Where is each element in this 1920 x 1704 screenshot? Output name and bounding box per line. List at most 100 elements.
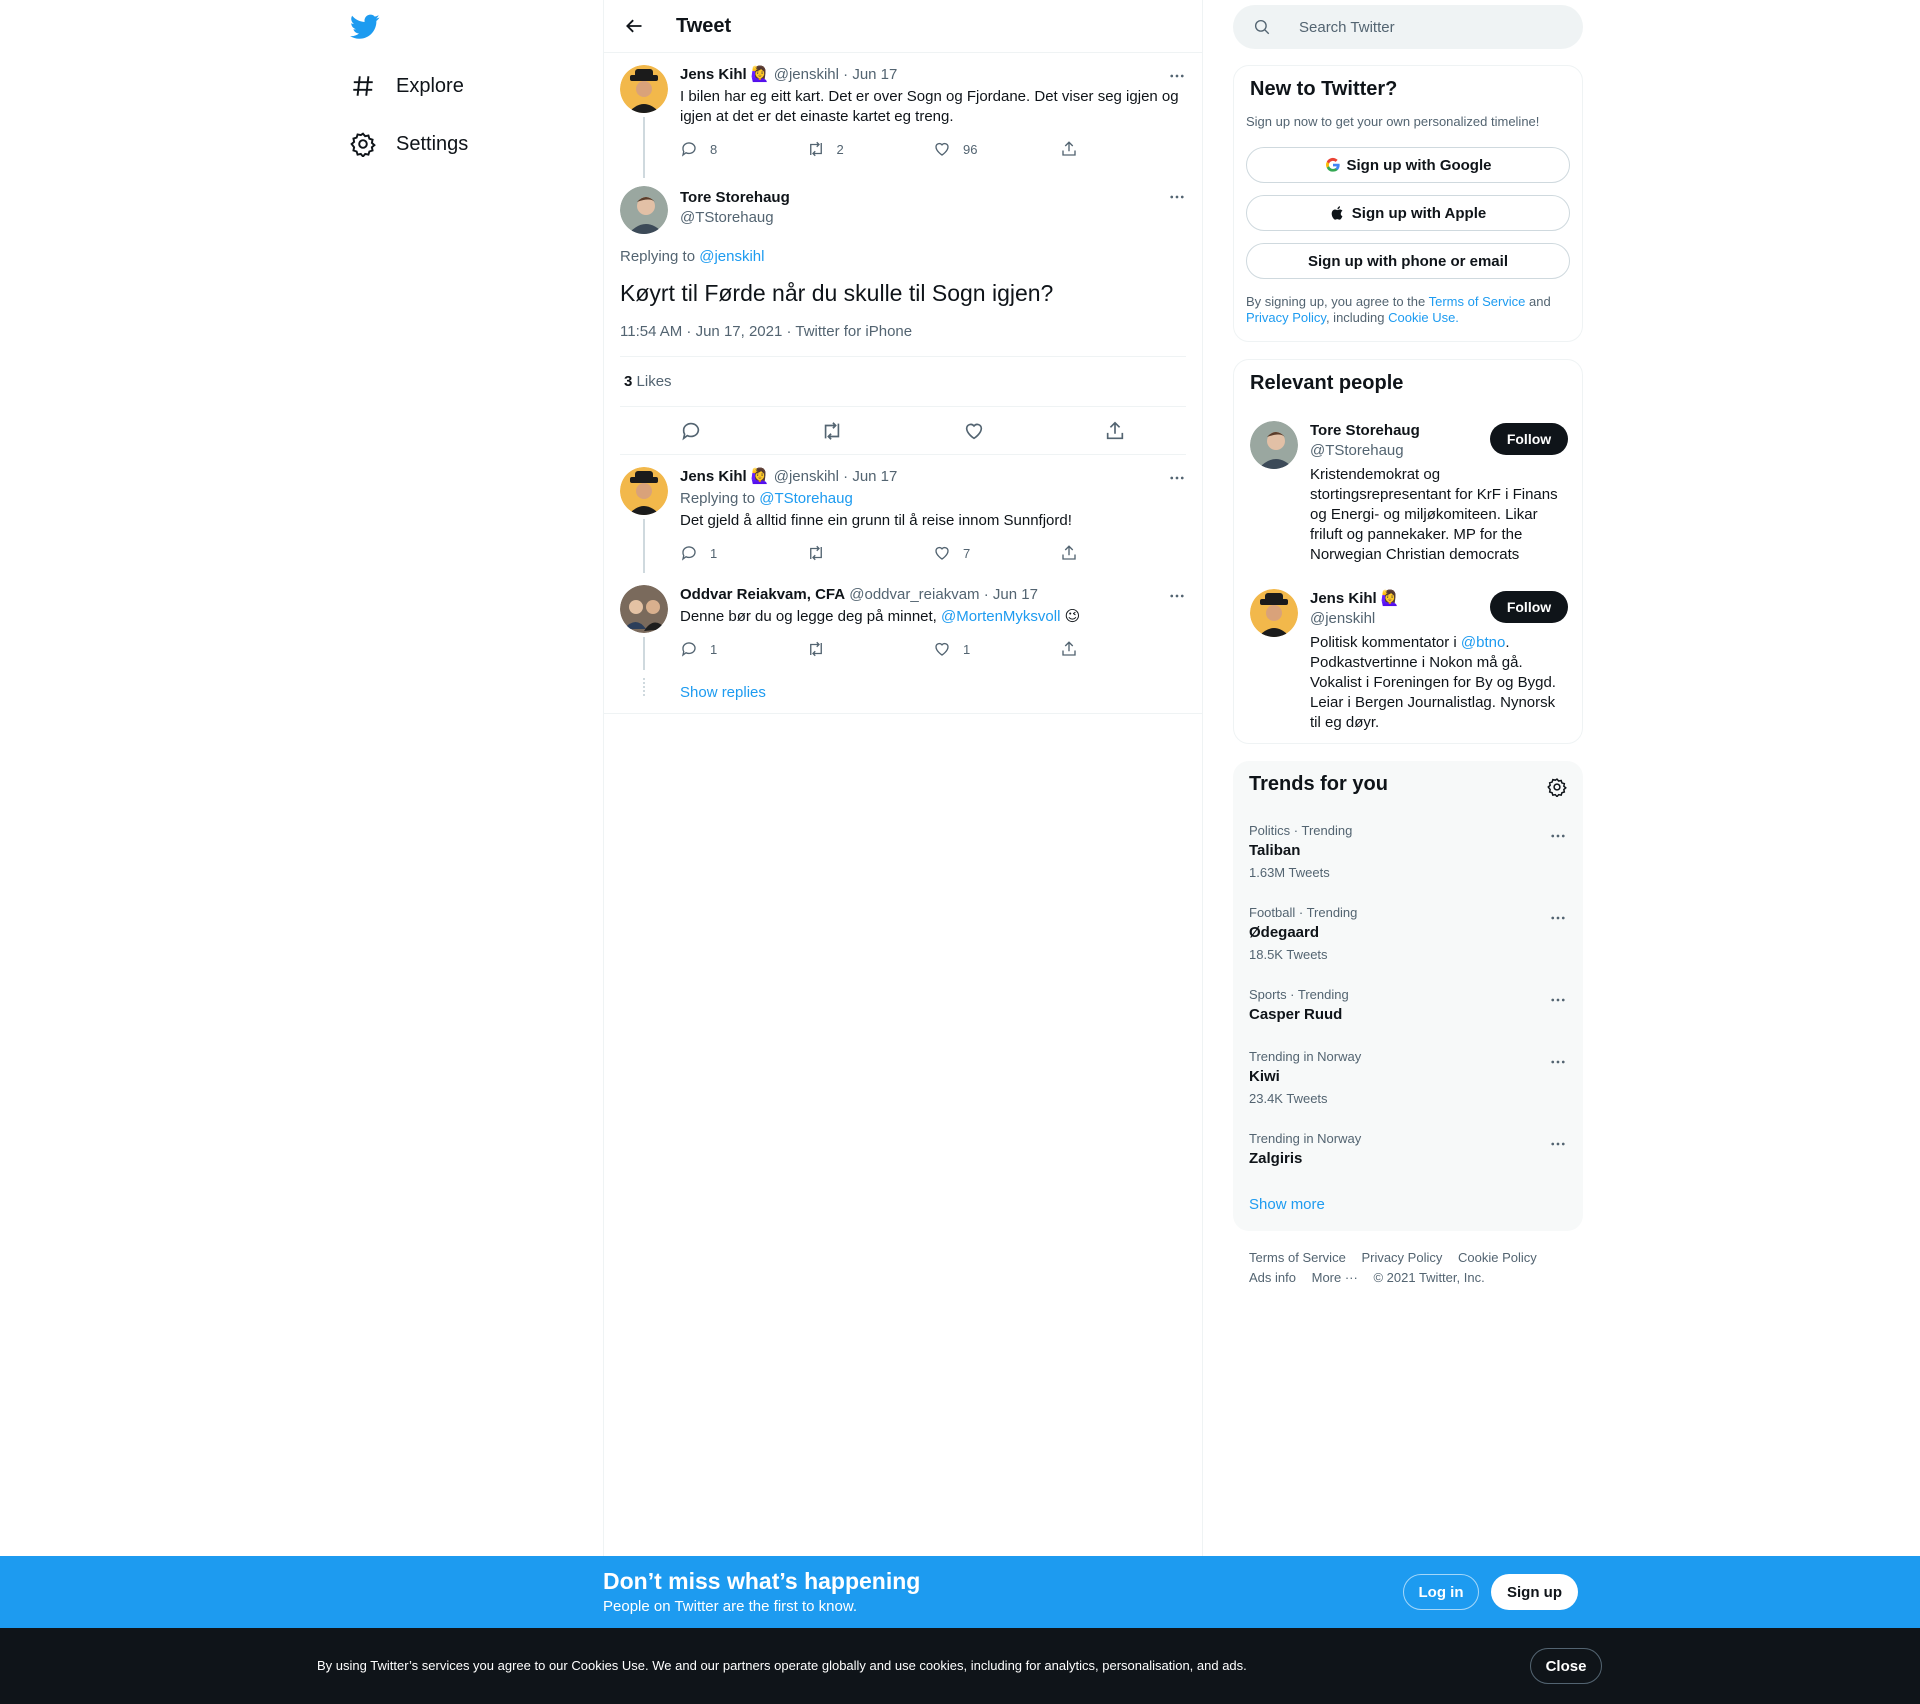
person-card[interactable]: Follow Tore Storehaug @TStorehaug Kriste… xyxy=(1250,421,1568,565)
signup-phone-label: Sign up with phone or email xyxy=(1307,252,1508,270)
tweet-parent[interactable]: Jens Kihl 🙋‍♀️ @jenskihl · Jun 17 I bile… xyxy=(604,53,1202,178)
avatar-jens-kihl[interactable] xyxy=(620,467,668,515)
page-title: Tweet xyxy=(676,14,732,37)
search-input[interactable]: Search Twitter xyxy=(1233,5,1583,49)
tweet-date[interactable]: · Jun 17 xyxy=(843,66,897,83)
main-tweet-actions xyxy=(620,407,1186,455)
author-name[interactable]: Jens Kihl xyxy=(680,468,747,485)
avatar-tore-storehaug[interactable] xyxy=(620,186,668,234)
more-options-icon[interactable] xyxy=(1549,1053,1567,1071)
avatar-oddvar-reiakvam[interactable] xyxy=(620,585,668,633)
reply-button[interactable]: 1 xyxy=(680,544,807,562)
tweet-timestamp[interactable]: 11:54 AM · Jun 17, 2021 · Twitter for iP… xyxy=(620,323,1186,357)
like-button[interactable]: 1 xyxy=(933,640,1060,658)
thread-line xyxy=(643,519,645,573)
cookie-use-link[interactable]: Cookie Use. xyxy=(1388,310,1459,325)
footer-cookie-link[interactable]: Cookie Policy xyxy=(1458,1250,1537,1265)
avatar-jens-kihl[interactable] xyxy=(620,65,668,113)
author-name[interactable]: Oddvar Reiakvam, CFA xyxy=(680,586,845,603)
footer-privacy-link[interactable]: Privacy Policy xyxy=(1361,1250,1442,1265)
mention-link[interactable]: @MortenMyksvoll xyxy=(941,608,1060,625)
main-author-handle[interactable]: @TStorehaug xyxy=(680,208,790,228)
trend-item[interactable]: Politics · Trending Taliban 1.63M Tweets xyxy=(1249,823,1567,881)
more-options-icon[interactable] xyxy=(1168,188,1186,206)
trend-category: Football · Trending xyxy=(1249,905,1358,920)
signup-button[interactable]: Sign up xyxy=(1491,1574,1578,1610)
more-options-icon[interactable] xyxy=(1168,587,1186,605)
reply-button[interactable]: 8 xyxy=(680,140,807,158)
retweet-icon[interactable] xyxy=(821,420,843,442)
more-options-icon[interactable] xyxy=(1549,991,1567,1009)
tweet-date[interactable]: · Jun 17 xyxy=(984,586,1038,603)
signup-apple-button[interactable]: Sign up with Apple xyxy=(1246,195,1570,231)
trend-item[interactable]: Sports · Trending Casper Ruud xyxy=(1249,987,1567,1025)
trend-item[interactable]: Football · Trending Ødegaard 18.5K Tweet… xyxy=(1249,905,1567,963)
cookie-close-button[interactable]: Close xyxy=(1530,1648,1602,1684)
tweet-reply-2[interactable]: Oddvar Reiakvam, CFA @oddvar_reiakvam · … xyxy=(604,573,1202,670)
reply-count: 1 xyxy=(710,545,718,561)
replying-to-link[interactable]: @TStorehaug xyxy=(759,490,853,507)
heart-icon[interactable] xyxy=(963,420,985,442)
login-button[interactable]: Log in xyxy=(1403,1574,1479,1610)
follow-button[interactable]: Follow xyxy=(1490,423,1568,455)
hashtag-icon xyxy=(353,76,373,96)
replying-to-link[interactable]: @jenskihl xyxy=(699,248,764,265)
back-arrow-icon[interactable] xyxy=(624,16,644,36)
retweet-button[interactable]: 2 xyxy=(807,140,934,158)
tweet-meta: Jens Kihl 🙋‍♀️ @jenskihl · Jun 17 xyxy=(680,65,1186,85)
reply-icon xyxy=(681,546,696,561)
privacy-link[interactable]: Privacy Policy xyxy=(1246,310,1326,325)
share-button[interactable] xyxy=(1060,140,1187,158)
share-button[interactable] xyxy=(1060,544,1187,562)
follow-button[interactable]: Follow xyxy=(1490,591,1568,623)
tos-link[interactable]: Terms of Service xyxy=(1429,294,1526,309)
tweet-date[interactable]: · Jun 17 xyxy=(843,468,897,485)
twitter-logo-icon[interactable] xyxy=(350,14,380,40)
bio-mention-link[interactable]: @btno xyxy=(1461,634,1505,651)
share-icon[interactable] xyxy=(1104,420,1126,442)
more-options-icon[interactable] xyxy=(1549,1135,1567,1153)
share-button[interactable] xyxy=(1060,640,1187,658)
author-handle[interactable]: @oddvar_reiakvam xyxy=(849,586,979,603)
footer-more-link[interactable]: More ··· xyxy=(1312,1270,1358,1285)
person-card[interactable]: Follow Jens Kihl 🙋‍♀️ @jenskihl Politisk… xyxy=(1250,589,1568,733)
replying-to: Replying to @TStorehaug xyxy=(680,490,853,507)
person-bio: Politisk kommentator i @btno. Podkastver… xyxy=(1310,634,1556,731)
retweet-button[interactable] xyxy=(807,640,934,658)
like-button[interactable]: 96 xyxy=(933,140,1060,158)
nav-explore[interactable]: Explore xyxy=(350,73,464,99)
like-button[interactable]: 7 xyxy=(933,544,1060,562)
show-more-link[interactable]: Show more xyxy=(1249,1196,1325,1213)
person-name[interactable]: Jens Kihl xyxy=(1310,590,1377,607)
nav-settings[interactable]: Settings xyxy=(350,131,468,157)
trend-item[interactable]: Trending in Norway Zalgiris xyxy=(1249,1131,1567,1169)
more-options-icon[interactable] xyxy=(1168,469,1186,487)
avatar-jens-kihl[interactable] xyxy=(1250,589,1298,637)
gear-icon[interactable] xyxy=(1547,777,1567,797)
tweet-reply-1[interactable]: Jens Kihl 🙋‍♀️ @jenskihl · Jun 17 Replyi… xyxy=(604,455,1202,573)
signup-google-button[interactable]: Sign up with Google xyxy=(1246,147,1570,183)
trend-item[interactable]: Trending in Norway Kiwi 23.4K Tweets xyxy=(1249,1049,1567,1107)
reply-icon[interactable] xyxy=(680,420,702,442)
footer-tos-link[interactable]: Terms of Service xyxy=(1249,1250,1346,1265)
signup-phone-button[interactable]: Sign up with phone or email xyxy=(1246,243,1570,279)
trend-name: Zalgiris xyxy=(1249,1150,1303,1167)
author-name[interactable]: Jens Kihl xyxy=(680,66,747,83)
more-options-icon[interactable] xyxy=(1168,67,1186,85)
author-handle[interactable]: @jenskihl xyxy=(774,66,839,83)
retweet-button[interactable] xyxy=(807,544,934,562)
likes-summary[interactable]: 3 Likes xyxy=(620,357,1186,407)
avatar-tore-storehaug[interactable] xyxy=(1250,421,1298,469)
footer-ads-link[interactable]: Ads info xyxy=(1249,1270,1296,1285)
more-options-icon[interactable] xyxy=(1549,909,1567,927)
trend-category: Trending in Norway xyxy=(1249,1049,1362,1064)
like-count: 96 xyxy=(963,141,978,157)
author-handle[interactable]: @jenskihl xyxy=(774,468,839,485)
reply-button[interactable]: 1 xyxy=(680,640,807,658)
more-options-icon[interactable] xyxy=(1549,827,1567,845)
thread-line xyxy=(643,637,645,670)
show-replies-row[interactable]: Show replies xyxy=(604,670,1202,714)
share-icon xyxy=(1061,545,1076,560)
show-replies-link[interactable]: Show replies xyxy=(680,684,766,701)
main-author-name[interactable]: Tore Storehaug xyxy=(680,188,790,208)
